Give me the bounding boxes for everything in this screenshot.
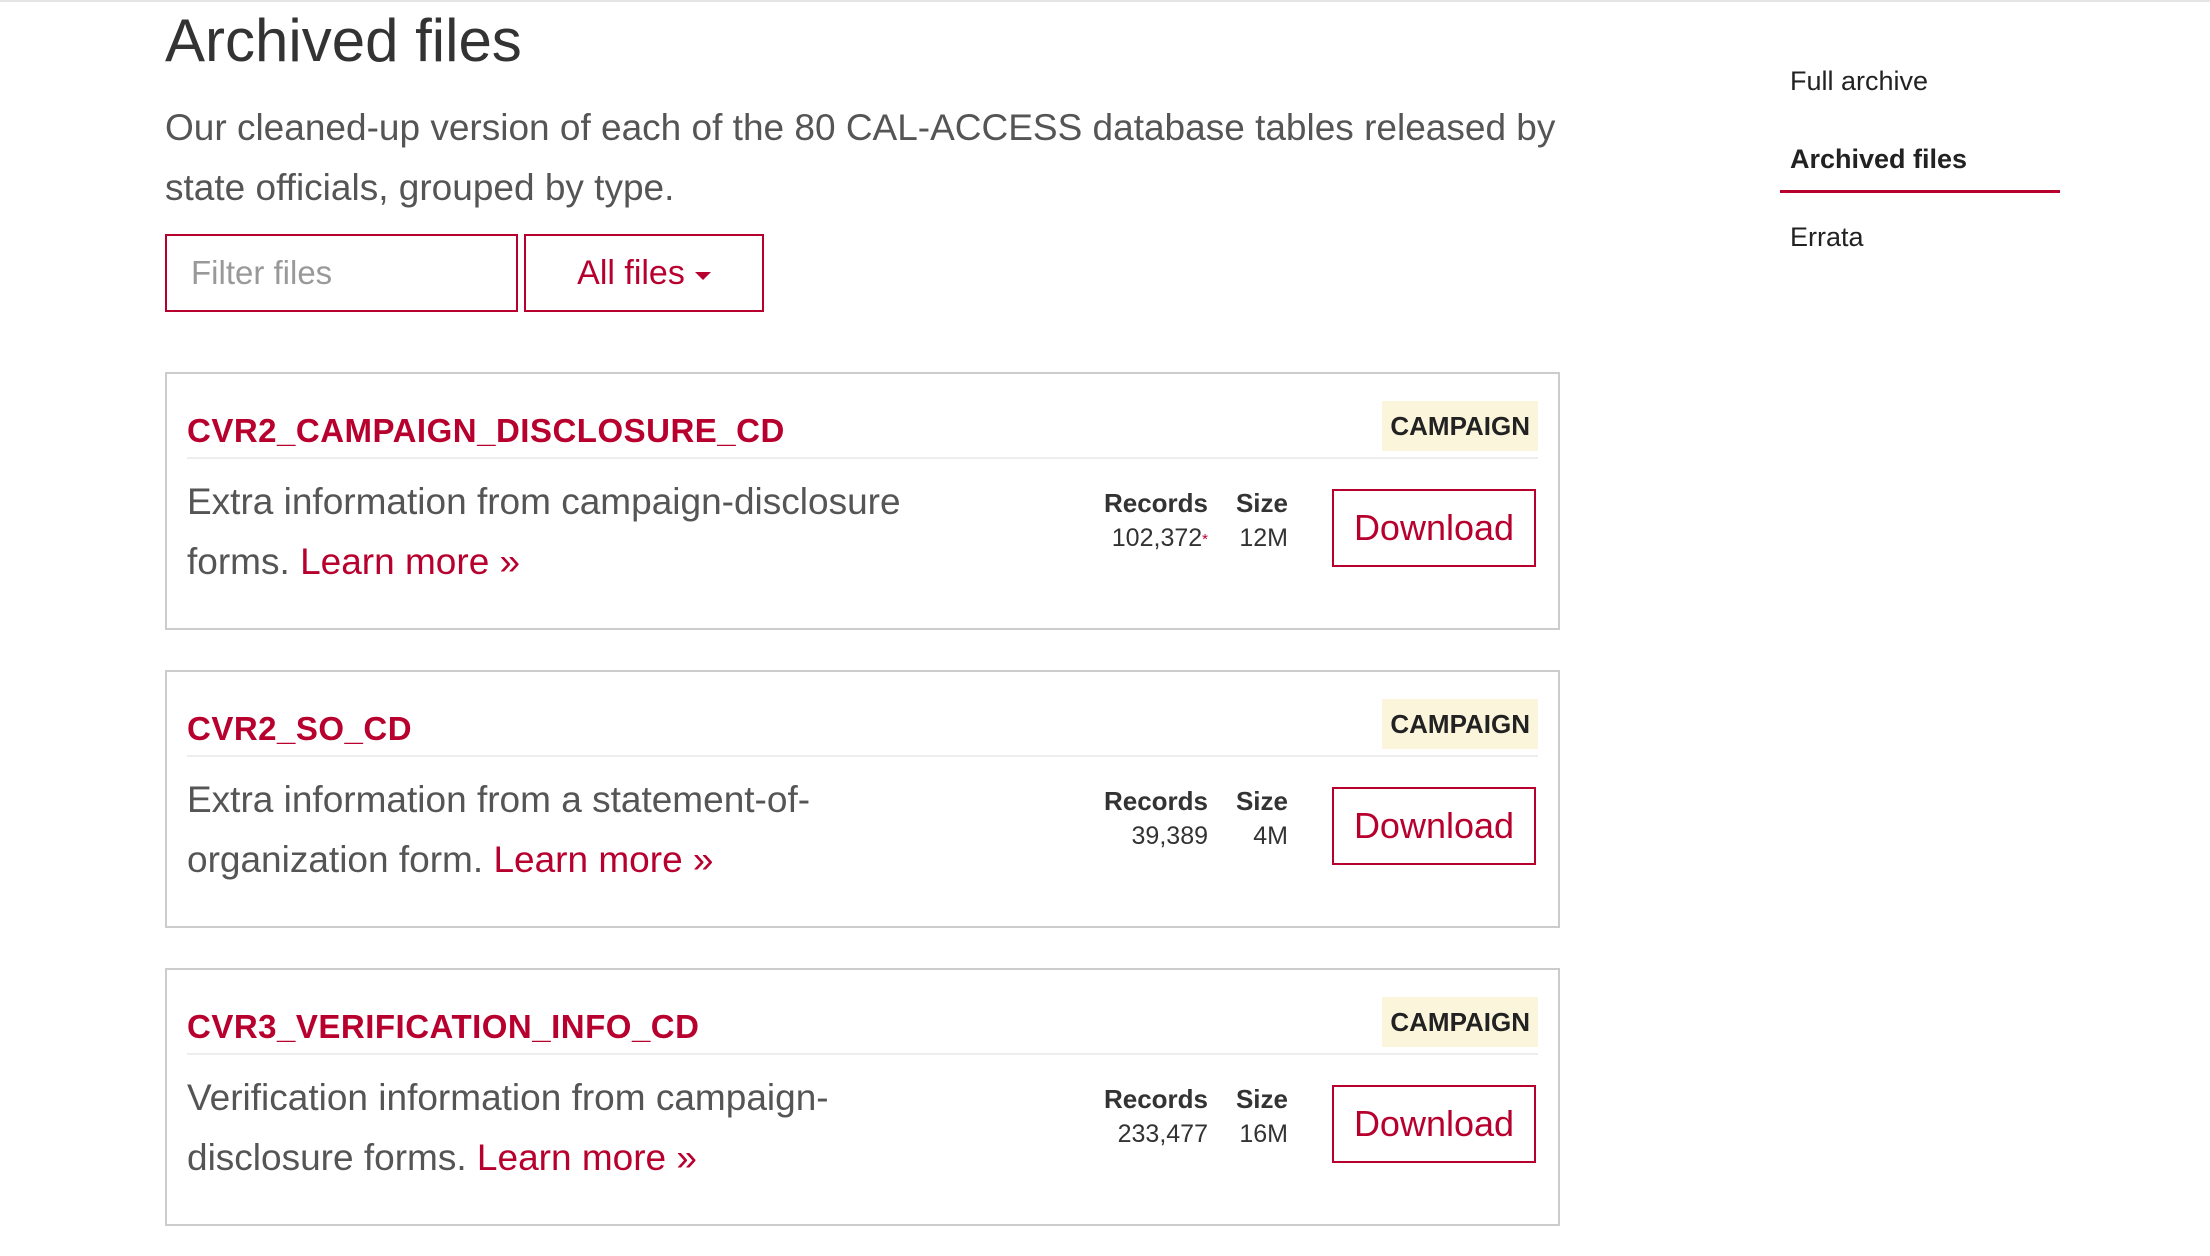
all-files-dropdown-label: All files: [577, 253, 685, 292]
size-value: 4M: [1253, 822, 1288, 850]
size-label: Size: [1235, 786, 1288, 816]
size-value: 16M: [1239, 1120, 1288, 1148]
records-stat: Records 39,389: [1104, 784, 1208, 854]
all-files-dropdown[interactable]: All files: [524, 234, 764, 312]
card-divider: [187, 755, 1538, 757]
filter-files-input[interactable]: [165, 234, 518, 312]
category-badge: CAMPAIGN: [1382, 401, 1538, 451]
size-stat: Size 12M: [1236, 486, 1288, 556]
size-stat: Size 4M: [1236, 784, 1288, 854]
active-item-underline: [1780, 190, 2060, 193]
category-badge: CAMPAIGN: [1382, 997, 1538, 1047]
file-description-text: Extra information from campaign-disclosu…: [187, 481, 901, 582]
records-value: 39,389: [1131, 822, 1208, 850]
learn-more-link[interactable]: Learn more »: [493, 839, 713, 880]
records-value: 102,372*: [1104, 520, 1208, 556]
file-title-link[interactable]: CVR2_SO_CD: [187, 710, 412, 748]
file-title-link[interactable]: CVR3_VERIFICATION_INFO_CD: [187, 1008, 699, 1046]
records-label: Records: [1103, 488, 1208, 518]
category-badge: CAMPAIGN: [1382, 699, 1538, 749]
sidebar-item-full-archive[interactable]: Full archive: [1790, 66, 1928, 97]
sidebar-item-errata[interactable]: Errata: [1790, 222, 1864, 253]
file-title-link[interactable]: CVR2_CAMPAIGN_DISCLOSURE_CD: [187, 412, 785, 450]
page-title: Archived files: [165, 7, 522, 74]
card-divider: [187, 1053, 1538, 1055]
file-description: Extra information from a statement-of-or…: [187, 770, 907, 890]
file-card: CVR3_VERIFICATION_INFO_CD CAMPAIGN Verif…: [165, 968, 1560, 1226]
records-label: Records: [1103, 786, 1208, 816]
download-button[interactable]: Download: [1332, 787, 1536, 865]
size-label: Size: [1235, 488, 1288, 518]
file-description: Verification information from campaign-d…: [187, 1068, 907, 1188]
file-description: Extra information from campaign-disclosu…: [187, 472, 907, 592]
records-number: 102,372: [1111, 524, 1203, 552]
sidebar-item-archived-files[interactable]: Archived files: [1790, 144, 1967, 175]
card-divider: [187, 457, 1538, 459]
learn-more-link[interactable]: Learn more »: [300, 541, 520, 582]
download-button[interactable]: Download: [1332, 1085, 1536, 1163]
records-stat: Records 233,477: [1104, 1082, 1208, 1152]
learn-more-link[interactable]: Learn more »: [477, 1137, 697, 1178]
file-card: CVR2_CAMPAIGN_DISCLOSURE_CD CAMPAIGN Ext…: [165, 372, 1560, 630]
records-stat: Records 102,372*: [1104, 486, 1208, 556]
records-footnote-marker[interactable]: *: [1202, 531, 1208, 548]
size-stat: Size 16M: [1236, 1082, 1288, 1152]
top-divider: [0, 0, 2210, 2]
file-card: CVR2_SO_CD CAMPAIGN Extra information fr…: [165, 670, 1560, 928]
caret-down-icon: [694, 272, 711, 280]
size-value: 12M: [1239, 524, 1288, 552]
records-label: Records: [1103, 1084, 1208, 1114]
page-subtitle: Our cleaned-up version of each of the 80…: [165, 107, 1556, 208]
download-button[interactable]: Download: [1332, 489, 1536, 567]
size-label: Size: [1235, 1084, 1288, 1114]
records-value: 233,477: [1117, 1120, 1208, 1148]
